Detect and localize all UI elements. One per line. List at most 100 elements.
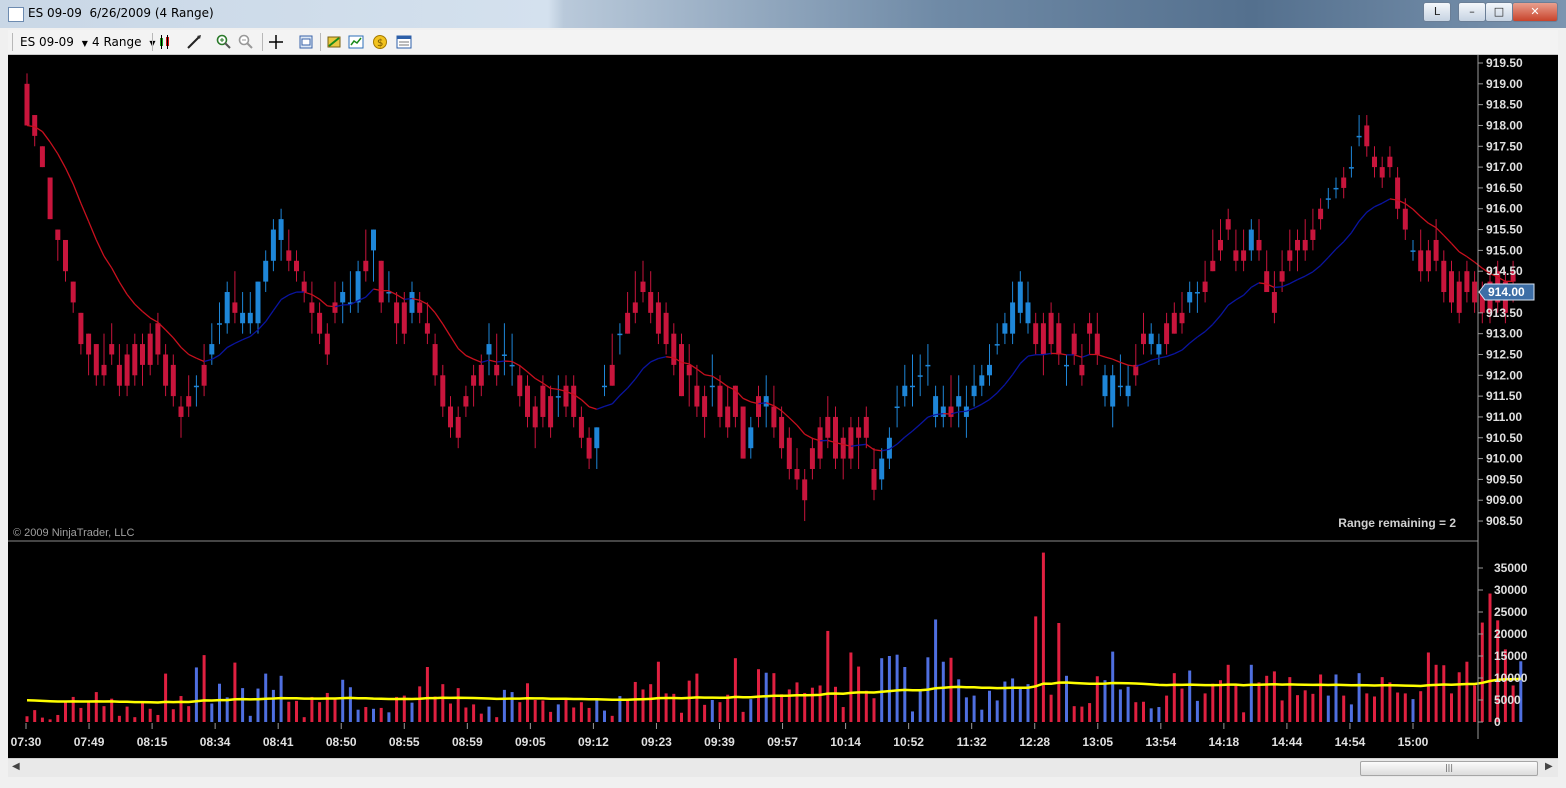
period-selector[interactable]: 4 Range ▼	[92, 34, 155, 50]
candle	[987, 344, 992, 386]
volume-bar	[857, 666, 861, 722]
chart-panel[interactable]: 919.50 919.00 918.50 918.00 917.50 917.00 916.…	[8, 55, 1558, 759]
ma-segment	[1289, 279, 1298, 285]
zoom-out-icon[interactable]	[238, 34, 254, 50]
help-button[interactable]: L	[1423, 2, 1451, 22]
candle	[879, 448, 885, 490]
volume-bar	[1011, 678, 1015, 722]
candle-body	[263, 260, 269, 282]
ma-segment	[981, 398, 990, 405]
candle-body	[609, 364, 615, 386]
ma-segment	[1358, 211, 1368, 222]
volume-bar	[510, 692, 514, 722]
volume-bar	[1403, 693, 1407, 722]
ma-segment	[1174, 349, 1183, 355]
maximize-button[interactable]: □	[1485, 2, 1513, 22]
data-box-icon[interactable]	[396, 34, 412, 50]
price-tick-label: 910.50	[1486, 431, 1523, 445]
properties-icon[interactable]	[298, 34, 314, 50]
candle-body	[1472, 281, 1478, 303]
candle	[1164, 312, 1170, 355]
candle-body	[63, 239, 68, 272]
volume-bar	[1488, 593, 1492, 722]
candlestick-series	[24, 73, 1516, 522]
candle-body	[702, 396, 708, 417]
horizontal-scrollbar[interactable]: ◀ ||| ▶	[8, 758, 1558, 777]
volume-bar	[333, 698, 337, 722]
volume-bar	[241, 688, 245, 722]
candle-body	[987, 364, 992, 376]
candle-body	[586, 437, 592, 459]
candle	[1094, 312, 1100, 365]
candle-body	[802, 479, 808, 501]
ma-segment	[1243, 286, 1252, 296]
copyright-label: © 2009 NinjaTrader, LLC	[13, 527, 134, 539]
minimize-button[interactable]: –	[1458, 2, 1486, 22]
indicators-icon[interactable]	[348, 34, 364, 50]
candle-body	[1117, 385, 1123, 388]
candle-body	[86, 333, 92, 355]
candle	[170, 354, 176, 407]
volume-bar	[395, 696, 399, 722]
volume-bar	[626, 700, 630, 722]
candle-body	[424, 323, 430, 334]
strategies-icon[interactable]	[326, 34, 342, 50]
time-tick-label: 07:30	[11, 735, 42, 749]
bar-style-icon[interactable]	[158, 34, 174, 50]
ma-segment	[958, 410, 967, 413]
candle-body	[1356, 135, 1362, 138]
volume-bar	[387, 712, 391, 722]
ma-segment	[1350, 220, 1360, 234]
volume-bar	[826, 630, 830, 722]
ma-segment	[80, 202, 90, 222]
instrument-selector[interactable]: ES 09-09 ▼	[20, 34, 88, 50]
candle	[1387, 146, 1393, 178]
candle	[679, 333, 684, 397]
volume-bar	[117, 715, 121, 722]
volume-bar	[1165, 695, 1169, 722]
candle-body	[301, 281, 307, 293]
candle-body	[1210, 260, 1216, 272]
market-analyzer-icon[interactable]: $	[372, 34, 388, 50]
candle	[1464, 260, 1470, 303]
price-tick-label: 917.50	[1486, 139, 1523, 153]
close-button[interactable]: ✕	[1512, 2, 1558, 22]
volume-bar	[1357, 673, 1361, 722]
ma-segment	[457, 348, 467, 357]
candle	[648, 271, 654, 324]
candle-body	[540, 385, 546, 417]
time-tick-label: 10:52	[893, 735, 924, 749]
scrollbar-thumb[interactable]: |||	[1360, 761, 1538, 776]
candle	[1194, 281, 1200, 313]
volume-bar	[1380, 677, 1384, 722]
candle	[548, 385, 554, 438]
volume-tick-label: 0	[1494, 715, 1501, 729]
ma-segment	[172, 337, 182, 348]
candle	[1117, 354, 1123, 397]
candle	[186, 375, 192, 417]
scroll-right-icon[interactable]: ▶	[1545, 761, 1553, 772]
candle-body	[1464, 271, 1470, 293]
candle-body	[794, 468, 800, 480]
ma-segment	[1435, 227, 1445, 236]
candle	[1472, 271, 1478, 313]
candle-body	[1087, 323, 1093, 334]
draw-pen-icon[interactable]	[186, 34, 202, 50]
volume-bar	[741, 711, 745, 722]
price-tick-label: 915.00	[1486, 243, 1523, 257]
crosshair-icon[interactable]	[268, 34, 284, 50]
candle	[432, 333, 438, 386]
time-tick-label: 09:12	[578, 735, 609, 749]
candle-body	[1248, 229, 1254, 251]
zoom-in-icon[interactable]	[216, 34, 232, 50]
ma-segment	[742, 397, 752, 403]
scroll-left-icon[interactable]: ◀	[12, 761, 20, 772]
volume-bar	[1080, 706, 1084, 722]
ma-segment	[226, 342, 236, 349]
ma-segment	[919, 416, 929, 425]
price-volume-chart[interactable]: 919.50 919.00 918.50 918.00 917.50 917.00 916.…	[8, 55, 1558, 759]
volume-bar	[710, 700, 714, 722]
candle-body	[833, 416, 838, 459]
ma-segment	[1197, 331, 1206, 338]
candle	[779, 406, 785, 459]
